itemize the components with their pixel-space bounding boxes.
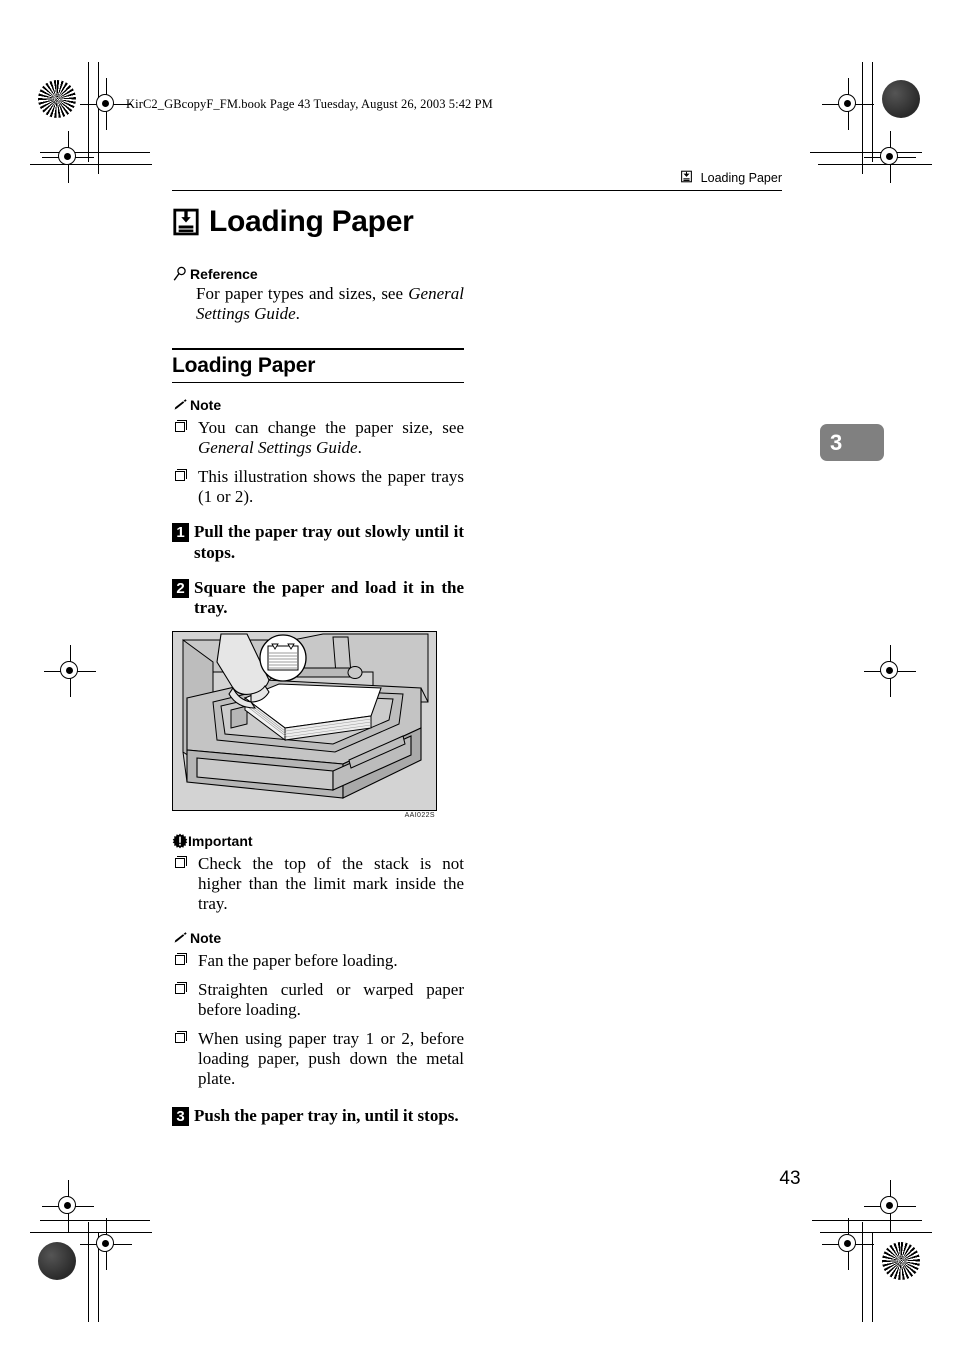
- note-2-item-1-text: Straighten curled or warped paper before…: [198, 979, 464, 1019]
- important-burst-icon: [172, 833, 188, 849]
- reference-text-after: .: [295, 304, 300, 324]
- paper-tray-icon: [680, 170, 693, 186]
- note-1-heading: Note: [172, 397, 464, 414]
- note-1-item-0-before: You can change the paper size, see: [198, 418, 464, 438]
- important-block: Important Check the top of the stack is …: [172, 833, 464, 914]
- step-2: 2 Square the paper and load it in the tr…: [172, 578, 464, 618]
- square-bullet-icon: [175, 981, 187, 994]
- important-list: Check the top of the stack is not higher…: [172, 854, 464, 914]
- registration-mark-upper-left-lower: [42, 131, 94, 183]
- section-title: Loading Paper: [172, 348, 464, 384]
- registration-mark-bottom-left: [80, 1218, 132, 1270]
- note-2-item-0-text: Fan the paper before loading.: [198, 950, 398, 970]
- document-page: KirC2_GBcopyF_FM.book Page 43 Tuesday, A…: [0, 0, 954, 1348]
- note-1-heading-text: Note: [190, 397, 222, 414]
- square-bullet-icon: [175, 420, 187, 433]
- step-1-number: 1: [172, 523, 189, 543]
- figure-paper-tray: AAI022S: [172, 630, 437, 819]
- registration-mark-top-right: [822, 78, 874, 130]
- running-header: Loading Paper: [172, 170, 782, 191]
- step-1: 1 Pull the paper tray out slowly until i…: [172, 522, 464, 562]
- content-column: Loading Paper Reference For paper types …: [172, 205, 464, 1127]
- running-header-text: Loading Paper: [700, 170, 782, 185]
- registration-mark-upper-right-lower: [864, 131, 916, 183]
- figure-caption-id: AAI022S: [404, 811, 435, 819]
- note-1-item-0-italic: General Settings Guide: [198, 438, 358, 458]
- magnifier-icon: [172, 266, 188, 282]
- list-item: Fan the paper before loading.: [172, 951, 464, 971]
- square-bullet-icon: [175, 952, 187, 965]
- note-2-heading: Note: [172, 930, 464, 947]
- paper-tray-load-icon: [172, 208, 200, 236]
- pencil-icon: [172, 930, 188, 946]
- note-2-heading-text: Note: [190, 930, 222, 946]
- reference-text: For paper types and sizes, see General S…: [196, 284, 464, 324]
- file-header-text: KirC2_GBcopyF_FM.book Page 43 Tuesday, A…: [126, 97, 493, 111]
- figure-frame: [172, 630, 437, 811]
- page-number: 43: [779, 1168, 801, 1189]
- reference-heading: Reference: [172, 266, 464, 283]
- step-1-text: Pull the paper tray out slowly until it …: [194, 522, 464, 562]
- important-heading: Important: [172, 833, 464, 850]
- step-2-text: Square the paper and load it in the tray…: [194, 577, 464, 617]
- note-1-item-1-text: This illustration shows the paper trays …: [198, 467, 464, 507]
- page-title-text: Loading Paper: [209, 205, 414, 238]
- page-title: Loading Paper: [172, 205, 464, 238]
- reference-heading-text: Reference: [190, 266, 258, 283]
- step-3: 3 Push the paper tray in, until it stops…: [172, 1106, 464, 1127]
- reference-block: Reference For paper types and sizes, see…: [172, 266, 464, 324]
- note-block-2: Note Fan the paper before loading. Strai…: [172, 930, 464, 1089]
- registration-mark-bottom-right: [822, 1218, 874, 1270]
- step-2-number: 2: [172, 578, 189, 598]
- step-3-number: 3: [172, 1107, 189, 1127]
- pencil-icon: [172, 397, 188, 413]
- list-item: You can change the paper size, see Gener…: [172, 418, 464, 458]
- note-2-list: Fan the paper before loading. Straighten…: [172, 951, 464, 1089]
- list-item: This illustration shows the paper trays …: [172, 467, 464, 507]
- note-2-item-2-text: When using paper tray 1 or 2, before loa…: [198, 1028, 464, 1089]
- square-bullet-icon: [175, 469, 187, 482]
- registration-mark-mid-right: [864, 645, 916, 697]
- note-block-1: Note You can change the paper size, see …: [172, 397, 464, 507]
- note-1-list: You can change the paper size, see Gener…: [172, 418, 464, 507]
- list-item: Check the top of the stack is not higher…: [172, 854, 464, 914]
- registration-mark-top-left: [80, 78, 132, 130]
- list-item: Straighten curled or warped paper before…: [172, 980, 464, 1020]
- list-item: When using paper tray 1 or 2, before loa…: [172, 1029, 464, 1089]
- chapter-tab-marker: 3: [820, 424, 884, 461]
- registration-solid-top-right: [882, 80, 920, 118]
- registration-solid-bottom-left: [38, 1242, 76, 1280]
- registration-mark-mid-left: [44, 645, 96, 697]
- step-3-text: Push the paper tray in, until it stops.: [194, 1106, 459, 1126]
- registration-star-bottom-right: [882, 1242, 920, 1280]
- registration-star-top-left: [38, 80, 76, 118]
- reference-text-before: For paper types and sizes, see: [196, 284, 409, 303]
- important-item-0-text: Check the top of the stack is not higher…: [198, 853, 464, 913]
- square-bullet-icon: [175, 1030, 187, 1043]
- square-bullet-icon: [175, 855, 187, 868]
- important-heading-text: Important: [188, 832, 253, 849]
- note-1-item-0-after: .: [357, 438, 362, 458]
